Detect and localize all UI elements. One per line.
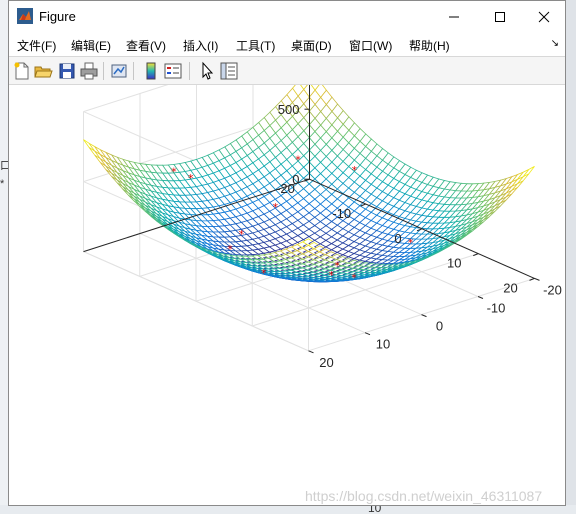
tick-mark: [535, 278, 540, 280]
data-marker: *: [352, 164, 358, 177]
menu-tools[interactable]: 工具(T): [236, 37, 275, 54]
bg-fragment-text: *: [0, 178, 4, 190]
tick-mark: [309, 351, 314, 353]
window-title: Figure: [39, 9, 76, 24]
surface-plot[interactable]: ************20100-10-20-20-1001020050010…: [9, 85, 565, 505]
menu-insert[interactable]: 插入(I): [183, 37, 218, 54]
new-figure-icon[interactable]: [12, 61, 32, 81]
data-marker: *: [334, 260, 340, 273]
background-left-window: 口 *: [0, 0, 8, 514]
close-button[interactable]: [521, 1, 567, 32]
y-tick-label: 10: [376, 337, 390, 352]
menu-help[interactable]: 帮助(H): [409, 37, 450, 54]
menu-view[interactable]: 查看(V): [126, 37, 166, 54]
menu-desktop[interactable]: 桌面(D): [291, 37, 332, 54]
x-tick-label: -10: [332, 206, 351, 221]
figure-window: Figure 文件(F) 编辑(E) 查看(V) 插入(I) 工具(T) 桌面(…: [8, 0, 566, 506]
background-right-window: [566, 0, 576, 514]
background-bottom-strip: 10: [0, 505, 576, 514]
close-icon: [538, 11, 550, 23]
menu-file[interactable]: 文件(F): [17, 37, 56, 54]
toolbar-separator: [133, 62, 134, 80]
data-marker: *: [329, 269, 335, 282]
edit-plot-icon[interactable]: [197, 61, 217, 81]
y-tick-label: -10: [487, 301, 506, 316]
tick-mark: [422, 315, 427, 317]
data-marker: *: [408, 236, 414, 249]
z-tick-label: 500: [278, 102, 300, 117]
print-icon[interactable]: [79, 61, 99, 81]
data-marker: *: [239, 228, 245, 241]
watermark-text: https://blog.csdn.net/weixin_46311087: [305, 488, 542, 504]
title-bar[interactable]: Figure: [9, 1, 565, 32]
data-marker: *: [171, 165, 177, 178]
save-icon[interactable]: [57, 61, 77, 81]
colorbar-icon[interactable]: [141, 61, 161, 81]
x-tick-label: 0: [394, 231, 401, 246]
maximize-button[interactable]: [477, 1, 523, 32]
data-marker: *: [227, 243, 233, 256]
menu-bar: 文件(F) 编辑(E) 查看(V) 插入(I) 工具(T) 桌面(D) 窗口(W…: [9, 32, 565, 56]
y-tick-label: 0: [436, 319, 443, 334]
x-tick-label: 10: [447, 256, 461, 271]
data-marker: *: [351, 271, 357, 284]
data-marker: *: [273, 201, 279, 214]
minimize-button[interactable]: [431, 1, 477, 32]
z-tick-label: 0: [292, 172, 299, 187]
link-plot-icon[interactable]: [109, 61, 129, 81]
toolbar-separator: [103, 62, 104, 80]
dock-arrow-icon[interactable]: ↘: [551, 38, 559, 49]
tick-mark: [365, 333, 370, 335]
tick-mark: [478, 297, 483, 299]
open-file-icon[interactable]: [33, 61, 53, 81]
data-marker: *: [188, 172, 194, 185]
y-tick-label: 20: [319, 355, 333, 370]
menu-edit[interactable]: 编辑(E): [71, 37, 111, 54]
figure-canvas[interactable]: ************20100-10-20-20-1001020050010…: [9, 85, 565, 505]
maximize-icon: [494, 11, 506, 23]
minimize-icon: [448, 11, 460, 23]
property-inspector-icon[interactable]: [219, 61, 239, 81]
x-tick-label: 20: [503, 280, 517, 295]
matlab-logo-icon: [17, 8, 33, 24]
toolbar-separator: [189, 62, 190, 80]
menu-window[interactable]: 窗口(W): [349, 37, 392, 54]
data-marker: *: [261, 267, 267, 280]
data-marker: *: [295, 154, 301, 167]
legend-icon[interactable]: [163, 61, 183, 81]
figure-toolbar: [9, 56, 565, 85]
y-tick-label: -20: [543, 282, 562, 297]
